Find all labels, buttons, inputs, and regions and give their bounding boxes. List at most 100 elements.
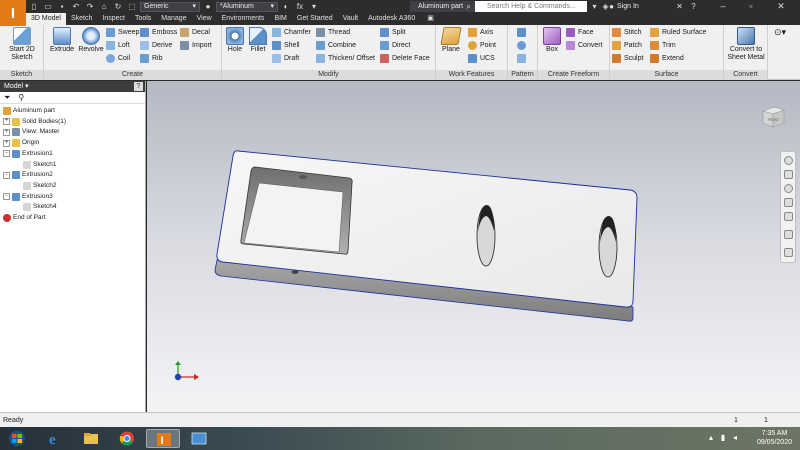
part-canvas[interactable] [147, 81, 800, 412]
tree-node[interactable]: - Extrusion1 [3, 149, 53, 159]
tray-expand-icon[interactable]: ▴ [706, 433, 716, 443]
material-select[interactable]: Generic ▾ [140, 1, 200, 12]
mirror-button[interactable] [517, 53, 526, 64]
tree-node[interactable]: + View: Master [3, 127, 59, 137]
select-icon[interactable]: ⬚ [126, 2, 138, 12]
tab-get-started[interactable]: Get Started [292, 13, 338, 25]
redo-icon[interactable]: ↷ [84, 2, 96, 12]
update-icon[interactable]: ↻ [112, 2, 124, 12]
hole-button[interactable]: Hole [224, 27, 246, 54]
expand-icon[interactable]: + [3, 128, 10, 136]
home-icon[interactable]: ⌂ [98, 2, 110, 12]
tree-node[interactable]: - Extrusion3 [3, 192, 53, 202]
inventor-taskbar-icon[interactable]: I [146, 429, 180, 448]
appearance-select[interactable]: *Aluminum ▾ [216, 1, 278, 12]
ribbon-collapse-icon[interactable]: ▣ [422, 13, 439, 25]
emboss-button[interactable]: Emboss [140, 27, 177, 38]
start-button[interactable] [2, 429, 32, 448]
tree-node[interactable]: Sketch1 [23, 160, 57, 170]
search-icon[interactable]: ⌕ [463, 1, 474, 12]
tab-view[interactable]: View [192, 13, 217, 25]
customize-qat-icon[interactable]: ▾ [308, 2, 320, 12]
tab-tools[interactable]: Tools [130, 13, 156, 25]
tab-3d-model[interactable]: 3D Model [26, 13, 66, 25]
expand-icon[interactable]: + [3, 139, 10, 147]
trim-button[interactable]: Trim [650, 40, 676, 51]
delete-face-button[interactable]: Delete Face [380, 53, 430, 64]
rectangular-pattern-button[interactable] [517, 27, 526, 38]
filter-icon[interactable]: ⏷ [4, 93, 10, 103]
shell-button[interactable]: Shell [272, 40, 300, 51]
app-menu-button[interactable]: I [0, 0, 26, 26]
tree-node[interactable]: Sketch2 [23, 181, 57, 191]
nav-options-icon[interactable] [784, 248, 793, 257]
fillet-button[interactable]: Fillet [246, 27, 270, 54]
viewcube[interactable]: FRONT [760, 104, 786, 130]
browser-header[interactable]: Model ▾ ? [0, 81, 145, 92]
search-options-icon[interactable]: ▾ [589, 1, 600, 12]
close-icon[interactable]: ✕ [770, 0, 792, 13]
tree-node[interactable]: + Solid Bodies(1) [3, 117, 66, 127]
tree-node[interactable]: End of Part [3, 213, 46, 223]
import-button[interactable]: Import [180, 40, 212, 51]
loft-button[interactable]: Loft [106, 40, 130, 51]
chamfer-button[interactable]: Chamfer [272, 27, 311, 38]
ribbon-options-button[interactable]: ⊙▾ [774, 27, 786, 38]
derive-button[interactable]: Derive [140, 40, 172, 51]
tab-sketch[interactable]: Sketch [66, 13, 97, 25]
rib-button[interactable]: Rib [140, 53, 163, 64]
pan-icon[interactable] [784, 170, 793, 179]
revolve-button[interactable]: Revolve [76, 27, 106, 54]
appearance-ball-icon[interactable]: ● [202, 2, 214, 12]
patch-button[interactable]: Patch [612, 40, 642, 51]
freeform-face-button[interactable]: Face [566, 27, 594, 38]
tab-vault[interactable]: Vault [338, 13, 363, 25]
collapse-icon[interactable]: - [3, 150, 10, 158]
minimize-icon[interactable]: – [712, 0, 734, 13]
tree-node[interactable]: + Origin [3, 138, 39, 148]
tab-inspect[interactable]: Inspect [97, 13, 130, 25]
combine-button[interactable]: Combine [316, 40, 356, 51]
collapse-icon[interactable]: - [3, 193, 10, 201]
thread-button[interactable]: Thread [316, 27, 350, 38]
ruled-surface-button[interactable]: Ruled Surface [650, 27, 706, 38]
maximize-icon[interactable]: ▫ [740, 0, 762, 13]
ucs-button[interactable]: UCS [468, 53, 495, 64]
exchange-apps-icon[interactable]: ✕ [674, 1, 685, 12]
plane-button[interactable]: Plane [438, 27, 464, 54]
slot-hole-2[interactable] [598, 215, 618, 278]
axis-button[interactable]: Axis [468, 27, 493, 38]
thicken-button[interactable]: Thicken/ Offset [316, 53, 375, 64]
tab-environments[interactable]: Environments [217, 13, 270, 25]
box-button[interactable]: Box [540, 27, 564, 54]
sweep-button[interactable]: Sweep [106, 27, 139, 38]
extend-button[interactable]: Extend [650, 53, 684, 64]
internet-explorer-icon[interactable]: e [38, 429, 72, 448]
expand-icon[interactable]: + [3, 118, 10, 126]
convert-sheet-metal-button[interactable]: Convert to Sheet Metal [725, 27, 767, 62]
new-file-icon[interactable]: ▯ [28, 2, 40, 12]
start-sketch-button[interactable]: Start 2D Sketch [2, 27, 42, 62]
extrude-button[interactable]: Extrude [48, 27, 76, 54]
direct-button[interactable]: Direct [380, 40, 410, 51]
clear-override-icon[interactable]: ◐ [280, 2, 292, 12]
zoom-all-icon[interactable] [784, 230, 793, 239]
zoom-icon[interactable] [784, 184, 793, 193]
undo-icon[interactable]: ↶ [70, 2, 82, 12]
tree-node[interactable]: Aluminum part [3, 106, 55, 116]
tab-manage[interactable]: Manage [156, 13, 191, 25]
search-input[interactable]: Search Help & Commands... [475, 1, 587, 12]
sculpt-button[interactable]: Sculpt [612, 53, 643, 64]
chrome-icon[interactable] [110, 429, 144, 448]
slot-hole-1[interactable] [476, 204, 496, 267]
view-face-icon[interactable] [784, 212, 793, 221]
freeform-convert-button[interactable]: Convert [566, 40, 603, 51]
tree-node[interactable]: - Extrusion2 [3, 170, 53, 180]
draft-button[interactable]: Draft [272, 53, 299, 64]
find-icon[interactable]: ⚲ [18, 93, 24, 102]
stitch-button[interactable]: Stitch [612, 27, 642, 38]
collapse-icon[interactable]: - [3, 171, 10, 179]
decal-button[interactable]: Decal [180, 27, 210, 38]
system-clock[interactable]: 7:35 AM 09/05/2020 [757, 429, 792, 447]
parameters-icon[interactable]: fx [294, 2, 306, 12]
